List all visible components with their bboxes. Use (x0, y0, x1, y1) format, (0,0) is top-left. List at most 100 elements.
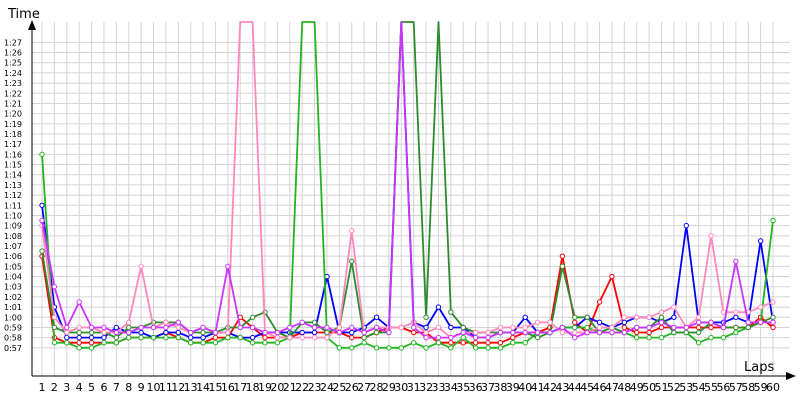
data-point (460, 324, 466, 331)
data-point (708, 233, 714, 239)
data-point (522, 314, 528, 320)
y-tick-label: 1:18 (4, 130, 22, 139)
x-tick-label: 8 (125, 381, 132, 394)
data-point (621, 329, 628, 336)
data-point (460, 340, 466, 346)
data-point (658, 334, 665, 341)
data-point (398, 345, 405, 351)
data-point (757, 304, 764, 310)
data-point (39, 202, 45, 208)
data-point (472, 329, 479, 336)
data-point (101, 329, 107, 336)
x-tick-label: 3 (63, 381, 70, 394)
data-point (349, 324, 355, 331)
data-point (311, 334, 318, 341)
data-point (720, 334, 727, 341)
data-point (448, 324, 454, 331)
data-point (472, 340, 479, 346)
data-point (522, 340, 528, 346)
data-point (435, 334, 442, 341)
data-point (708, 324, 714, 331)
data-point (361, 334, 367, 341)
y-tick-label: 1:14 (4, 171, 22, 180)
data-point (497, 340, 504, 346)
data-point (64, 340, 70, 346)
data-point (262, 334, 268, 341)
data-point (225, 334, 231, 341)
data-point (51, 314, 58, 320)
data-point (485, 340, 491, 346)
data-point (311, 324, 318, 331)
data-point (757, 319, 764, 326)
y-tick-label: 0:59 (4, 323, 22, 332)
series-line-0 (41, 255, 774, 344)
data-point (596, 329, 603, 336)
data-point (733, 314, 739, 320)
data-point (88, 334, 95, 341)
data-point (361, 340, 367, 346)
y-tick-label: 1:00 (4, 313, 22, 322)
data-point (497, 324, 504, 331)
data-point (683, 324, 689, 331)
data-point (584, 329, 590, 336)
data-point (658, 309, 665, 315)
y-tick-label: 1:26 (4, 49, 22, 58)
data-point (448, 309, 454, 315)
data-point (584, 324, 590, 331)
data-point (76, 299, 82, 305)
data-point (448, 345, 454, 351)
data-point (373, 329, 380, 336)
data-point (163, 319, 169, 326)
data-point (349, 258, 355, 264)
data-point (88, 324, 95, 331)
data-point (559, 324, 566, 331)
data-point (212, 334, 219, 341)
y-tick-label: 1:17 (4, 140, 22, 149)
data-point (559, 263, 566, 270)
data-point (187, 340, 194, 346)
data-point (472, 334, 479, 341)
series-5 (39, 21, 776, 341)
data-point (311, 319, 318, 326)
data-point (634, 314, 640, 320)
data-point (497, 329, 504, 336)
data-point (448, 340, 454, 346)
data-point (200, 329, 206, 336)
data-point (572, 314, 578, 320)
y-tick-label: 1:23 (4, 79, 22, 88)
data-point (138, 263, 144, 270)
data-point (76, 324, 82, 331)
x-tick-label: 9 (138, 381, 145, 394)
data-point (386, 345, 392, 351)
data-point (472, 345, 479, 351)
x-tick-label: 1 (39, 381, 46, 394)
data-point (274, 334, 281, 341)
data-point (448, 334, 454, 341)
data-point (695, 314, 702, 320)
data-point (274, 340, 281, 346)
data-point (225, 329, 231, 336)
data-point (410, 340, 417, 346)
data-point (175, 329, 181, 336)
y-tick-label: 1:07 (4, 242, 22, 251)
data-point (200, 340, 206, 346)
data-point (671, 329, 677, 336)
data-point (497, 345, 504, 351)
data-point (101, 340, 107, 346)
data-point (175, 324, 181, 331)
data-point (547, 319, 553, 326)
data-point (460, 334, 466, 341)
data-point (324, 324, 330, 331)
data-point (361, 329, 367, 336)
data-point (683, 222, 689, 229)
data-point (733, 329, 739, 336)
y-tick-label: 1:01 (4, 303, 22, 312)
data-point (423, 334, 429, 341)
series-0 (39, 253, 776, 346)
data-point (101, 334, 107, 341)
data-point (596, 319, 603, 326)
y-tick-label: 1:25 (4, 59, 22, 68)
y-tick-label: 1:15 (4, 161, 22, 170)
data-point (51, 284, 58, 290)
data-point (423, 324, 429, 331)
